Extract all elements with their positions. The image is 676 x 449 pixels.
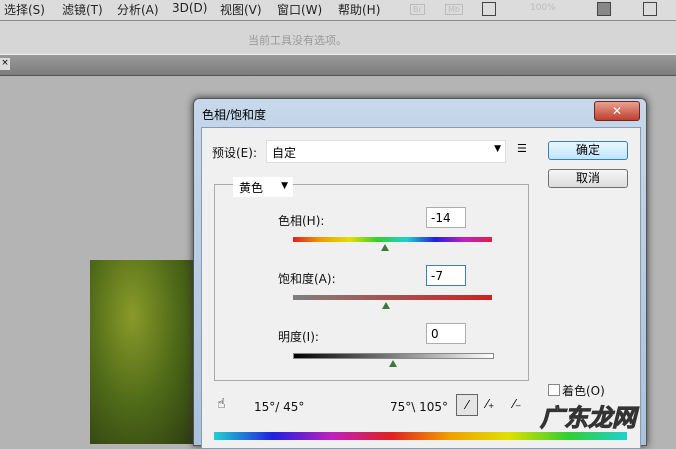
watermark: 广东龙网 — [540, 404, 637, 433]
dialog-title: 色相/饱和度 — [202, 108, 267, 122]
saturation-label: 饱和度(A): — [278, 272, 336, 286]
menu-view[interactable]: 视图(V) — [220, 1, 262, 18]
lightness-slider-thumb[interactable] — [388, 360, 397, 367]
lightness-input[interactable]: 0 — [426, 323, 466, 344]
edit-group: 黄色 ▼ 色相(H): -14 饱和度(A): -7 明度(I): 0 — [214, 177, 529, 381]
screen-mode-icon[interactable] — [643, 2, 657, 16]
preset-options-icon[interactable]: ☰ — [517, 142, 527, 155]
hue-slider-thumb[interactable] — [380, 244, 389, 251]
menu-select[interactable]: 选择(S) — [4, 1, 45, 18]
zoom-level[interactable]: 100% — [530, 3, 556, 13]
document-tab-bar: × — [0, 55, 676, 76]
targeted-adjustment-hand-icon[interactable]: ☝ — [217, 396, 226, 412]
hue-saturation-dialog: 色相/饱和度 ✕ 预设(E): 自定 ▼ ☰ 确定 取消 黄色 ▼ 色相(H):… — [193, 98, 647, 449]
options-text: 当前工具没有选项。 — [248, 34, 347, 47]
menu-filter[interactable]: 滤镜(T) — [62, 1, 103, 18]
channel-value: 黄色 — [239, 181, 264, 195]
lightness-label: 明度(I): — [278, 330, 319, 344]
hue-input[interactable]: -14 — [426, 207, 466, 228]
menu-window[interactable]: 窗口(W) — [277, 1, 322, 18]
menu-analysis[interactable]: 分析(A) — [117, 1, 159, 18]
preset-select[interactable]: 自定 ▼ — [266, 140, 506, 163]
close-tab-icon[interactable]: × — [0, 58, 10, 70]
menu-help[interactable]: 帮助(H) — [338, 1, 380, 18]
hue-label: 色相(H): — [278, 214, 325, 228]
arrange-documents-icon[interactable] — [597, 2, 611, 16]
range-left-value: 15°/ 45° — [254, 400, 305, 414]
chevron-down-icon: ▼ — [281, 181, 288, 191]
saturation-input[interactable]: -7 — [426, 265, 466, 286]
minibridge-button[interactable]: Mb — [445, 4, 463, 15]
range-right-value: 75°\ 105° — [390, 400, 449, 414]
ok-button[interactable]: 确定 — [548, 141, 628, 160]
options-bar: 当前工具没有选项。 — [0, 21, 676, 55]
menu-bar: 选择(S) 滤镜(T) 分析(A) 3D(D) 视图(V) 窗口(W) 帮助(H… — [0, 0, 676, 21]
channel-select[interactable]: 黄色 ▼ — [233, 177, 293, 197]
menu-3d[interactable]: 3D(D) — [172, 1, 207, 15]
colorize-checkbox[interactable] — [548, 384, 560, 396]
eyedropper-icon[interactable]: ⁄ — [456, 394, 478, 416]
close-button[interactable]: ✕ — [594, 101, 640, 121]
saturation-slider-thumb[interactable] — [381, 302, 390, 309]
colorize-label: 着色(O) — [562, 384, 605, 398]
hue-range-spectrum-bar[interactable] — [214, 432, 627, 440]
eyedropper-plus-icon[interactable]: ⁄₊ — [486, 397, 494, 411]
bridge-button[interactable]: Br — [410, 4, 425, 15]
preset-value: 自定 — [272, 146, 297, 160]
view-extras-icon[interactable] — [482, 2, 496, 16]
lightness-slider[interactable] — [293, 353, 494, 359]
eyedropper-minus-icon[interactable]: ⁄₋ — [513, 397, 521, 411]
chevron-down-icon: ▼ — [494, 144, 501, 154]
saturation-slider[interactable] — [293, 295, 492, 300]
hue-slider[interactable] — [293, 237, 492, 242]
preset-label: 预设(E): — [212, 146, 257, 160]
canvas-image — [90, 260, 196, 444]
cancel-button[interactable]: 取消 — [548, 169, 628, 188]
